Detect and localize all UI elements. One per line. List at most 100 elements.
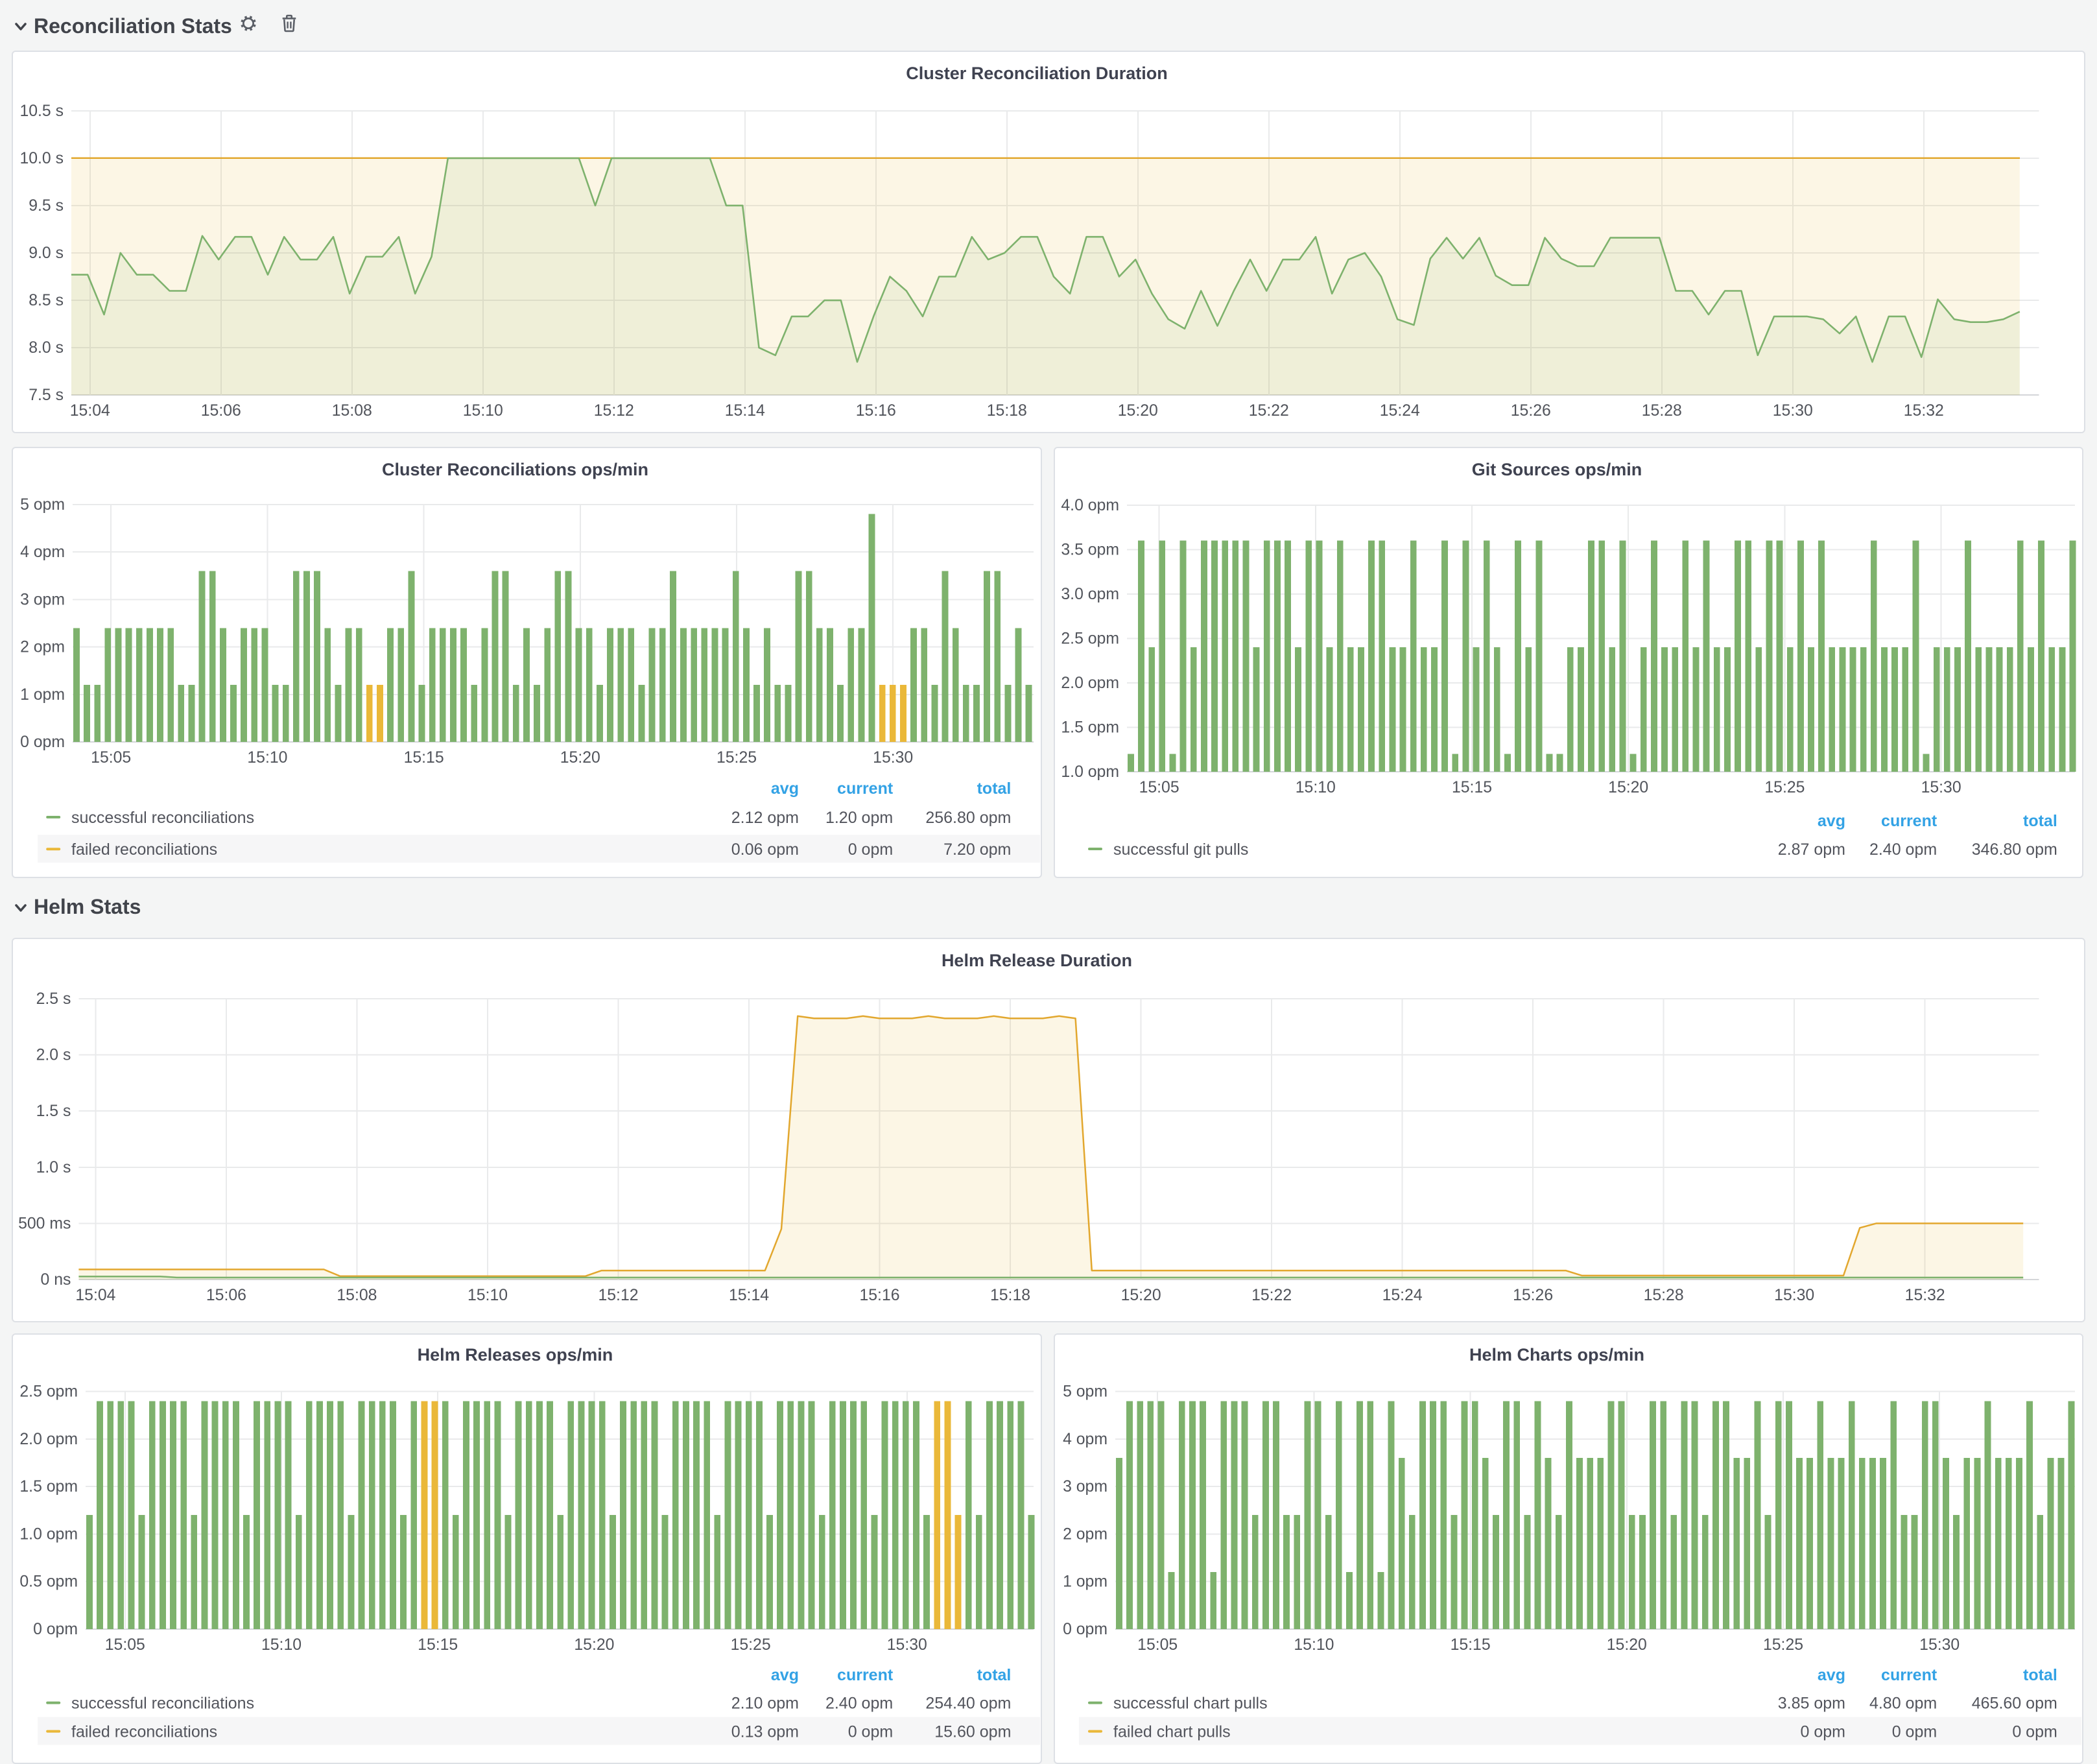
svg-text:current: current bbox=[1881, 1666, 1937, 1684]
svg-text:total: total bbox=[977, 780, 1012, 798]
svg-text:current: current bbox=[1881, 812, 1937, 830]
svg-text:254.40 opm: 254.40 opm bbox=[925, 1695, 1011, 1713]
svg-text:0 opm: 0 opm bbox=[20, 733, 65, 751]
svg-text:2.10 opm: 2.10 opm bbox=[731, 1695, 799, 1713]
svg-text:15:10: 15:10 bbox=[1296, 779, 1336, 796]
svg-text:346.80 opm: 346.80 opm bbox=[1972, 840, 2057, 859]
svg-text:0 opm: 0 opm bbox=[1063, 1621, 1108, 1638]
svg-text:15:32: 15:32 bbox=[1905, 1287, 1945, 1304]
svg-text:15:18: 15:18 bbox=[990, 1287, 1030, 1304]
svg-text:2 opm: 2 opm bbox=[20, 639, 65, 656]
svg-text:15:18: 15:18 bbox=[987, 402, 1027, 420]
svg-text:1 opm: 1 opm bbox=[20, 686, 65, 704]
svg-text:1.5 opm: 1.5 opm bbox=[19, 1478, 78, 1496]
svg-text:15:20: 15:20 bbox=[1608, 779, 1648, 796]
svg-text:5 opm: 5 opm bbox=[20, 496, 65, 514]
svg-text:1.0 opm: 1.0 opm bbox=[19, 1525, 78, 1543]
svg-text:15:08: 15:08 bbox=[337, 1287, 377, 1304]
svg-text:15:10: 15:10 bbox=[247, 749, 287, 767]
svg-text:total: total bbox=[2023, 1666, 2057, 1684]
svg-text:2.40 opm: 2.40 opm bbox=[825, 1695, 893, 1713]
svg-text:1.5 opm: 1.5 opm bbox=[1061, 719, 1119, 737]
svg-text:15:32: 15:32 bbox=[1904, 402, 1944, 420]
svg-text:15:15: 15:15 bbox=[1451, 1636, 1491, 1654]
svg-text:15:25: 15:25 bbox=[731, 1636, 771, 1654]
svg-text:1.20 opm: 1.20 opm bbox=[825, 809, 893, 827]
svg-text:15:20: 15:20 bbox=[1121, 1287, 1161, 1304]
svg-text:0 ns: 0 ns bbox=[41, 1271, 71, 1289]
svg-text:15:20: 15:20 bbox=[574, 1636, 614, 1654]
svg-text:15:30: 15:30 bbox=[887, 1636, 927, 1654]
svg-text:15:20: 15:20 bbox=[560, 749, 600, 767]
svg-text:successful git pulls: successful git pulls bbox=[1113, 840, 1248, 859]
svg-text:15:10: 15:10 bbox=[463, 402, 503, 420]
svg-text:15:30: 15:30 bbox=[1774, 1287, 1814, 1304]
svg-text:15:20: 15:20 bbox=[1607, 1636, 1647, 1654]
svg-text:15:16: 15:16 bbox=[859, 1287, 899, 1304]
svg-text:15.60 opm: 15.60 opm bbox=[934, 1723, 1011, 1741]
svg-text:15:12: 15:12 bbox=[598, 1287, 638, 1304]
svg-text:15:05: 15:05 bbox=[105, 1636, 145, 1654]
svg-text:2.5 s: 2.5 s bbox=[36, 990, 71, 1008]
svg-text:1 opm: 1 opm bbox=[1063, 1573, 1108, 1591]
svg-text:2.0 opm: 2.0 opm bbox=[1061, 674, 1119, 692]
svg-text:failed chart pulls: failed chart pulls bbox=[1113, 1723, 1231, 1741]
svg-text:2 opm: 2 opm bbox=[1063, 1525, 1108, 1543]
svg-text:avg: avg bbox=[1818, 1666, 1845, 1684]
svg-text:15:16: 15:16 bbox=[856, 402, 896, 420]
svg-text:2.5 opm: 2.5 opm bbox=[19, 1383, 78, 1401]
svg-text:15:14: 15:14 bbox=[729, 1287, 769, 1304]
svg-text:15:04: 15:04 bbox=[75, 1287, 115, 1304]
svg-text:0 opm: 0 opm bbox=[848, 840, 893, 859]
svg-text:total: total bbox=[977, 1666, 1012, 1684]
svg-text:total: total bbox=[2023, 812, 2057, 830]
svg-text:0 opm: 0 opm bbox=[848, 1723, 893, 1741]
svg-text:15:15: 15:15 bbox=[404, 749, 444, 767]
svg-text:0.5 opm: 0.5 opm bbox=[19, 1573, 78, 1591]
svg-text:15:05: 15:05 bbox=[91, 749, 131, 767]
svg-text:3 opm: 3 opm bbox=[1063, 1478, 1108, 1496]
svg-text:8.0 s: 8.0 s bbox=[29, 339, 64, 357]
svg-text:3.85 opm: 3.85 opm bbox=[1778, 1695, 1845, 1713]
svg-text:15:30: 15:30 bbox=[1919, 1636, 1960, 1654]
svg-text:current: current bbox=[837, 780, 894, 798]
svg-text:15:28: 15:28 bbox=[1644, 1287, 1684, 1304]
svg-text:15:12: 15:12 bbox=[594, 402, 634, 420]
svg-text:500 ms: 500 ms bbox=[18, 1215, 71, 1232]
svg-text:8.5 s: 8.5 s bbox=[29, 292, 64, 309]
svg-text:1.0 opm: 1.0 opm bbox=[1061, 763, 1119, 781]
svg-text:15:10: 15:10 bbox=[1294, 1636, 1334, 1654]
svg-text:avg: avg bbox=[771, 780, 799, 798]
svg-text:successful reconciliations: successful reconciliations bbox=[71, 809, 254, 827]
svg-text:2.5 opm: 2.5 opm bbox=[1061, 630, 1119, 647]
svg-text:current: current bbox=[837, 1666, 894, 1684]
svg-text:4.0 opm: 4.0 opm bbox=[1061, 497, 1119, 514]
svg-text:0 opm: 0 opm bbox=[1801, 1723, 1845, 1741]
svg-text:15:04: 15:04 bbox=[70, 402, 110, 420]
svg-text:4 opm: 4 opm bbox=[20, 543, 65, 561]
svg-text:15:24: 15:24 bbox=[1382, 1287, 1423, 1304]
svg-text:3 opm: 3 opm bbox=[20, 591, 65, 608]
svg-text:465.60 opm: 465.60 opm bbox=[1972, 1695, 2057, 1713]
svg-text:3.5 opm: 3.5 opm bbox=[1061, 541, 1119, 558]
svg-text:15:30: 15:30 bbox=[1921, 779, 1961, 796]
svg-text:failed reconciliations: failed reconciliations bbox=[71, 1723, 217, 1741]
svg-text:15:30: 15:30 bbox=[873, 749, 913, 767]
svg-text:2.12 opm: 2.12 opm bbox=[731, 809, 799, 827]
svg-text:15:06: 15:06 bbox=[201, 402, 241, 420]
svg-text:15:10: 15:10 bbox=[261, 1636, 302, 1654]
svg-text:2.0 s: 2.0 s bbox=[36, 1047, 71, 1064]
svg-text:10.0 s: 10.0 s bbox=[19, 150, 64, 167]
svg-text:15:22: 15:22 bbox=[1249, 402, 1289, 420]
svg-text:15:25: 15:25 bbox=[717, 749, 757, 767]
svg-text:4 opm: 4 opm bbox=[1063, 1431, 1108, 1448]
svg-text:15:08: 15:08 bbox=[332, 402, 372, 420]
svg-text:successful chart pulls: successful chart pulls bbox=[1113, 1695, 1268, 1713]
svg-text:1.5 s: 1.5 s bbox=[36, 1102, 71, 1120]
svg-text:15:25: 15:25 bbox=[1763, 1636, 1803, 1654]
svg-text:0.06 opm: 0.06 opm bbox=[731, 840, 799, 859]
svg-text:0.13 opm: 0.13 opm bbox=[731, 1723, 799, 1741]
svg-text:15:28: 15:28 bbox=[1642, 402, 1682, 420]
svg-text:9.0 s: 9.0 s bbox=[29, 244, 64, 262]
svg-text:0 opm: 0 opm bbox=[33, 1621, 78, 1638]
